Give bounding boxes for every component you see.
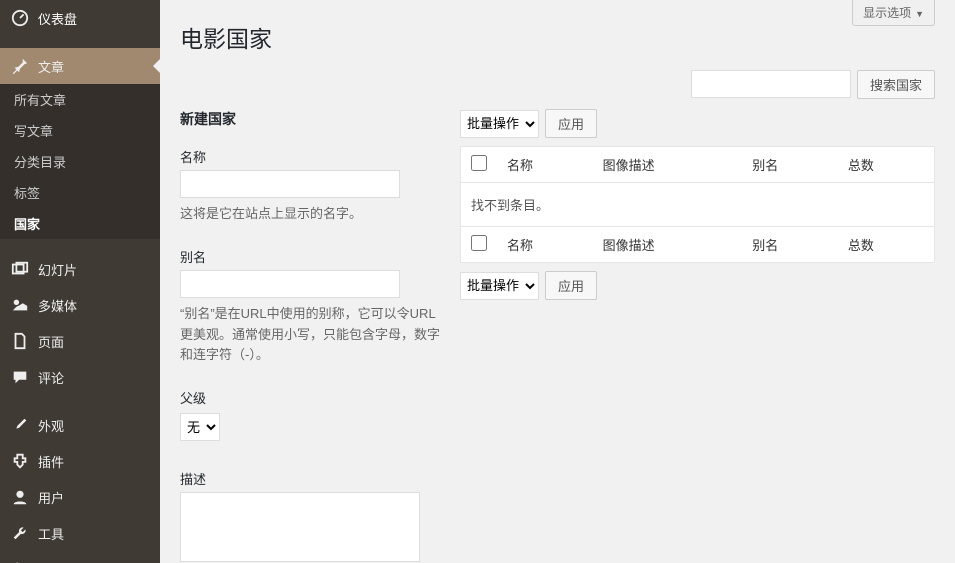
main-content: 显示选项 ▼ 电影国家 搜索国家 新建国家 名称 这将是它在站点上显示的名字。 别…	[160, 0, 955, 563]
page-title: 电影国家	[180, 0, 935, 54]
submenu-all-posts[interactable]: 所有文章	[0, 84, 160, 115]
bulk-action-select-bottom[interactable]: 批量操作	[460, 272, 539, 300]
plugin-icon	[10, 451, 30, 471]
bulk-apply-button-bottom[interactable]: 应用	[545, 271, 597, 300]
form-title: 新建国家	[180, 109, 440, 129]
sidebar-item-pages[interactable]: 页面	[0, 323, 160, 359]
sidebar-item-label: 页面	[38, 332, 64, 351]
terms-table-area: 批量操作 应用 名称 图像描述 别名 总数	[460, 109, 935, 308]
search-button[interactable]: 搜索国家	[857, 70, 935, 99]
sidebar-item-label: 外观	[38, 416, 64, 435]
chevron-down-icon: ▼	[915, 9, 924, 19]
submenu-categories[interactable]: 分类目录	[0, 146, 160, 177]
name-input[interactable]	[180, 170, 400, 198]
search-input[interactable]	[691, 70, 851, 98]
bulk-apply-button-top[interactable]: 应用	[545, 109, 597, 138]
media-icon	[10, 295, 30, 315]
comment-icon	[10, 367, 30, 387]
col-alias[interactable]: 别名	[742, 147, 838, 183]
sidebar-item-label: 插件	[38, 452, 64, 471]
sidebar-item-label: 多媒体	[38, 296, 77, 315]
sidebar-item-label: 评论	[38, 368, 64, 387]
sidebar-item-tools[interactable]: 工具	[0, 515, 160, 551]
submenu-countries[interactable]: 国家	[0, 208, 160, 239]
screen-options-button[interactable]: 显示选项 ▼	[852, 0, 935, 26]
select-all-top[interactable]	[471, 155, 487, 171]
settings-icon	[10, 559, 30, 563]
pin-icon	[10, 56, 30, 76]
col-count-foot[interactable]: 总数	[838, 227, 935, 263]
brush-icon	[10, 415, 30, 435]
sidebar-item-label: 工具	[38, 524, 64, 543]
sidebar-item-posts[interactable]: 文章	[0, 48, 160, 84]
col-name[interactable]: 名称	[497, 147, 593, 183]
slides-icon	[10, 259, 30, 279]
slug-help: “别名”是在URL中使用的别称，它可以令URL更美观。通常使用小写，只能包含字母…	[180, 304, 440, 366]
sidebar-item-comments[interactable]: 评论	[0, 359, 160, 395]
terms-table: 名称 图像描述 别名 总数 找不到条目。 名称 图像描述	[460, 146, 935, 263]
page-icon	[10, 331, 30, 351]
submenu-tags[interactable]: 标签	[0, 177, 160, 208]
screen-options-label: 显示选项	[863, 6, 911, 20]
sidebar-item-slides[interactable]: 幻灯片	[0, 251, 160, 287]
sidebar-submenu-posts: 所有文章 写文章 分类目录 标签 国家	[0, 84, 160, 239]
parent-select[interactable]: 无	[180, 413, 220, 441]
sidebar-item-label: 仪表盘	[38, 9, 77, 28]
col-count[interactable]: 总数	[838, 147, 935, 183]
slug-label: 别名	[180, 247, 440, 266]
desc-textarea[interactable]	[180, 492, 420, 562]
add-term-form: 新建国家 名称 这将是它在站点上显示的名字。 别名 “别名”是在URL中使用的别…	[180, 109, 440, 563]
col-image-foot[interactable]: 图像描述	[593, 227, 743, 263]
col-alias-foot[interactable]: 别名	[742, 227, 838, 263]
tool-icon	[10, 523, 30, 543]
sidebar-item-label: 文章	[38, 57, 64, 76]
sidebar-item-settings[interactable]: 设置	[0, 551, 160, 563]
sidebar-item-label: 用户	[38, 488, 64, 507]
select-all-bottom[interactable]	[471, 235, 487, 251]
desc-label: 描述	[180, 469, 440, 488]
search-row: 搜索国家	[180, 70, 935, 99]
sidebar-item-appearance[interactable]: 外观	[0, 407, 160, 443]
sidebar-item-dashboard[interactable]: 仪表盘	[0, 0, 160, 36]
name-help: 这将是它在站点上显示的名字。	[180, 204, 440, 225]
sidebar-item-label: 设置	[38, 560, 64, 563]
col-image[interactable]: 图像描述	[593, 147, 743, 183]
sidebar-item-users[interactable]: 用户	[0, 479, 160, 515]
slug-input[interactable]	[180, 270, 400, 298]
parent-label: 父级	[180, 388, 440, 407]
submenu-new-post[interactable]: 写文章	[0, 115, 160, 146]
empty-row: 找不到条目。	[461, 183, 935, 227]
screen-options: 显示选项 ▼	[852, 0, 935, 26]
sidebar-item-plugins[interactable]: 插件	[0, 443, 160, 479]
col-name-foot[interactable]: 名称	[497, 227, 593, 263]
dashboard-icon	[10, 8, 30, 28]
sidebar-item-media[interactable]: 多媒体	[0, 287, 160, 323]
sidebar-item-label: 幻灯片	[38, 260, 77, 279]
bulk-action-select-top[interactable]: 批量操作	[460, 110, 539, 138]
name-label: 名称	[180, 147, 440, 166]
user-icon	[10, 487, 30, 507]
admin-sidebar: 仪表盘 文章 所有文章 写文章 分类目录 标签 国家 幻灯片 多媒体 页面	[0, 0, 160, 563]
